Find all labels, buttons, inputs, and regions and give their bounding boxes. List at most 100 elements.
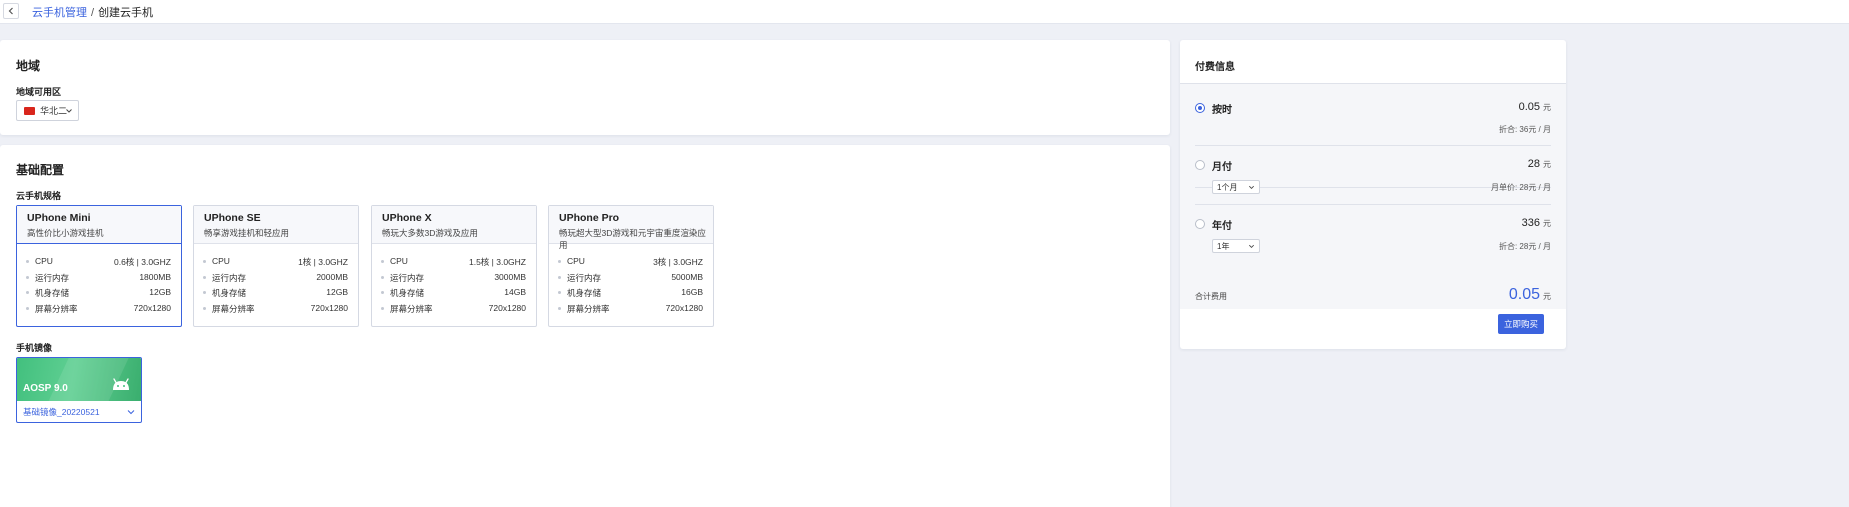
chevron-down-icon [127, 410, 135, 415]
breadcrumb-link-cloud-phone[interactable]: 云手机管理 [32, 7, 87, 19]
china-flag-icon [24, 106, 35, 115]
spec-row-storage: 机身存储 14GB [381, 287, 526, 303]
option-price-value: 336 [1521, 217, 1540, 229]
spec-value: 3000MB [494, 271, 526, 282]
breadcrumb: 云手机管理 / 创建云手机 [32, 4, 153, 20]
region-card [0, 40, 1170, 135]
radio-yearly[interactable] [1195, 219, 1205, 229]
zone-select[interactable]: 华北二 [16, 100, 79, 121]
breadcrumb-current: 创建云手机 [98, 7, 154, 19]
spec-key: CPU [212, 256, 230, 266]
spec-key: 机身存储 [390, 288, 425, 298]
spec-key: 屏幕分辨率 [567, 303, 610, 314]
spec-row-resolution: 屏幕分辨率 720x1280 [558, 303, 703, 319]
zone-label: 地域可用区 [16, 87, 62, 97]
option-price: 0.05 元 [1519, 101, 1551, 113]
spec-row-cpu: CPU 0.6核 | 3.0GHZ [26, 256, 171, 272]
total-price-unit: 元 [1543, 292, 1551, 301]
option-note: 月单价: 28元 / 月 [1490, 183, 1551, 192]
spec-card-header: UPhone Mini 高性价比小游戏挂机 [17, 206, 181, 244]
back-button[interactable] [3, 3, 19, 19]
spec-value: 720x1280 [310, 302, 348, 313]
spec-key: 运行内存 [212, 272, 247, 283]
total-price-value: 0.05 [1508, 286, 1540, 303]
spec-desc: 畅玩大多数3D游戏及应用 [382, 228, 478, 238]
breadcrumb-separator: / [91, 7, 95, 19]
config-title: 基础配置 [16, 163, 65, 177]
spec-key: 运行内存 [567, 272, 602, 283]
option-price-unit: 元 [1543, 219, 1551, 228]
option-price-value: 28 [1527, 158, 1540, 170]
radio-hourly[interactable] [1195, 103, 1205, 113]
spec-value: 1800MB [139, 271, 171, 282]
spec-card-uphone-se[interactable]: UPhone SE 畅享游戏挂机和轻应用 CPU 1核 | 3.0GHZ 运行内存… [193, 205, 359, 327]
spec-rows: CPU 1核 | 3.0GHZ 运行内存 2000MB 机身存储 12GB 屏幕分辨率… [203, 256, 348, 318]
spec-row-storage: 机身存储 12GB [26, 287, 171, 303]
payment-card: 付费信息 按时 0.05 元 折合: 36元 / 月 月付 28 元 1个月 月单价… [1180, 40, 1566, 349]
spec-card-header: UPhone Pro 畅玩超大型3D游戏和元宇宙重度渲染应用 [549, 206, 713, 250]
spec-card-header: UPhone SE 畅享游戏挂机和轻应用 [194, 206, 358, 244]
year-count-value: 1年 [1217, 242, 1230, 251]
image-name: AOSP 9.0 [23, 383, 68, 394]
spec-key: 运行内存 [35, 272, 70, 283]
spec-value: 3核 | 3.0GHZ [653, 257, 703, 267]
spec-card-uphone-mini[interactable]: UPhone Mini 高性价比小游戏挂机 CPU 0.6核 | 3.0GHZ 运… [16, 205, 182, 327]
spec-name: UPhone Pro [559, 212, 620, 224]
spec-label: 云手机规格 [16, 191, 62, 201]
image-version-select[interactable]: 基础镜像_20220521 [17, 401, 141, 422]
spec-value: 720x1280 [665, 302, 703, 313]
spec-name: UPhone SE [204, 212, 261, 224]
spec-row-resolution: 屏幕分辨率 720x1280 [381, 303, 526, 319]
spec-card-uphone-pro[interactable]: UPhone Pro 畅玩超大型3D游戏和元宇宙重度渲染应用 CPU 3核 | 3… [548, 205, 714, 327]
spec-rows: CPU 3核 | 3.0GHZ 运行内存 5000MB 机身存储 16GB 屏幕分辨率… [558, 256, 703, 318]
spec-name: UPhone X [382, 212, 432, 224]
spec-value: 16GB [681, 287, 703, 297]
spec-rows: CPU 0.6核 | 3.0GHZ 运行内存 1800MB 机身存储 12GB 屏幕分… [26, 256, 171, 318]
spec-value: 1.5核 | 3.0GHZ [468, 257, 526, 267]
spec-key: 机身存储 [212, 288, 247, 298]
top-bar: 云手机管理 / 创建云手机 [0, 0, 1849, 24]
spec-card-uphone-x[interactable]: UPhone X 畅玩大多数3D游戏及应用 CPU 1.5核 | 3.0GHZ 运… [371, 205, 537, 327]
total-price: 0.05 元 [1509, 286, 1551, 304]
chevron-down-icon [66, 109, 72, 113]
spec-key: 屏幕分辨率 [212, 303, 255, 314]
option-price: 336 元 [1522, 217, 1551, 229]
spec-row-cpu: CPU 3核 | 3.0GHZ [558, 256, 703, 272]
spec-desc: 畅玩超大型3D游戏和元宇宙重度渲染应用 [559, 228, 706, 250]
spec-value: 2000MB [316, 271, 348, 282]
spec-value: 720x1280 [133, 302, 171, 313]
spec-card-header: UPhone X 畅玩大多数3D游戏及应用 [372, 206, 536, 244]
image-label: 手机镜像 [16, 343, 53, 353]
month-count-value: 1个月 [1217, 183, 1238, 192]
chevron-down-icon [1249, 244, 1254, 248]
spec-key: CPU [35, 256, 53, 266]
spec-row-cpu: CPU 1.5核 | 3.0GHZ [381, 256, 526, 272]
android-icon [113, 378, 129, 390]
spec-key: CPU [567, 256, 585, 266]
spec-row-memory: 运行内存 5000MB [558, 272, 703, 288]
spec-row-storage: 机身存储 12GB [203, 287, 348, 303]
spec-value: 720x1280 [488, 302, 526, 313]
image-tile-aosp[interactable]: AOSP 9.0 基础镜像_20220521 [16, 357, 142, 423]
spec-row-storage: 机身存储 16GB [558, 287, 703, 303]
chevron-left-icon [8, 7, 13, 15]
spec-key: 机身存储 [567, 288, 602, 298]
spec-value: 0.6核 | 3.0GHZ [113, 257, 171, 267]
chevron-down-icon [1249, 185, 1254, 189]
spec-value: 14GB [504, 287, 526, 297]
radio-monthly[interactable] [1195, 160, 1205, 170]
spec-value: 12GB [149, 287, 171, 297]
option-price-unit: 元 [1543, 160, 1551, 169]
month-count-select[interactable]: 1个月 [1212, 180, 1260, 194]
buy-now-button[interactable]: 立即购买 [1498, 314, 1544, 334]
payment-options: 按时 0.05 元 折合: 36元 / 月 月付 28 元 1个月 月单价: 28元… [1180, 83, 1566, 309]
spec-key: 运行内存 [390, 272, 425, 283]
divider [1195, 145, 1551, 146]
spec-key: 屏幕分辨率 [35, 303, 78, 314]
spec-row-resolution: 屏幕分辨率 720x1280 [203, 303, 348, 319]
spec-key: 机身存储 [35, 288, 70, 298]
total-label: 合计费用 [1195, 292, 1227, 301]
option-note: 折合: 36元 / 月 [1498, 125, 1551, 134]
zone-select-value: 华北二 [40, 106, 68, 116]
year-count-select[interactable]: 1年 [1212, 239, 1260, 253]
